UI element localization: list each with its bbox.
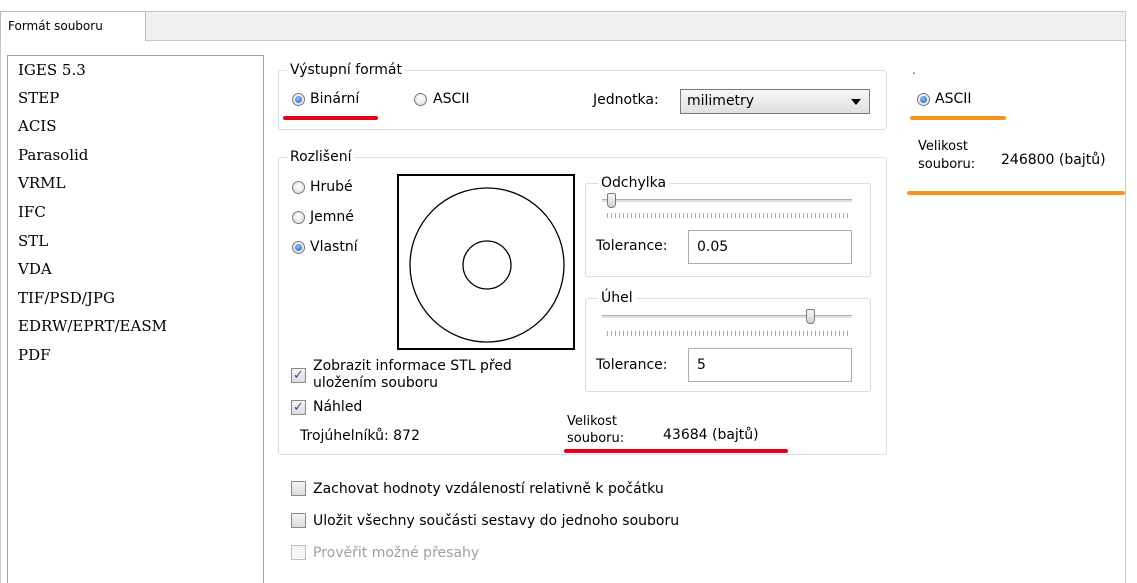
unit-select[interactable]: milimetry: [680, 89, 870, 114]
comparison-ascii-label: ASCII: [935, 91, 972, 107]
keep-distances-checkbox[interactable]: [291, 481, 306, 496]
left-border: [0, 41, 1, 583]
format-list[interactable]: IGES 5.3 STEP ACIS Parasolid VRML IFC ST…: [7, 55, 264, 583]
comparison-ascii-orange-underline: [910, 116, 1006, 120]
angle-tolerance-input[interactable]: 5: [688, 348, 852, 382]
preview-checkbox[interactable]: ✓: [291, 400, 306, 415]
comparison-size-orange-underline: [907, 191, 1125, 195]
tab-file-format-label: Formát souboru: [8, 19, 103, 33]
format-item-pdf[interactable]: PDF: [18, 342, 51, 368]
deviation-slider-track[interactable]: [602, 199, 852, 203]
comparison-size-label-line1: Velikost: [918, 139, 968, 154]
save-all-label: Uložit všechny součásti sestavy do jedno…: [313, 513, 680, 529]
angle-slider-thumb[interactable]: [806, 309, 815, 324]
angle-slider-ticks: [607, 331, 851, 336]
deviation-legend: Odchylka: [598, 175, 670, 191]
preview-checkbox-label: Náhled: [313, 399, 363, 415]
coarse-radio[interactable]: [292, 181, 305, 194]
file-size-red-underline: [564, 449, 788, 453]
deviation-slider-ticks: [607, 213, 851, 218]
show-stl-info-label-line2: uložením souboru: [313, 375, 438, 391]
angle-tolerance-label: Tolerance:: [596, 357, 668, 373]
tab-strip-empty: [146, 11, 1126, 41]
file-size-label-line1: Velikost: [567, 414, 617, 429]
fine-radio[interactable]: [292, 211, 305, 224]
right-border: [1125, 41, 1126, 583]
keep-distances-label: Zachovat hodnoty vzdáleností relativně k…: [313, 481, 664, 497]
format-item-edrw-eprt-easm[interactable]: EDRW/EPRT/EASM: [18, 313, 167, 339]
comparison-dot: .: [912, 63, 916, 77]
check-overlaps-checkbox: [291, 545, 306, 560]
unit-select-value: milimetry: [687, 93, 755, 109]
tab-strip: Formát souboru: [0, 0, 1137, 41]
chevron-down-icon: [851, 99, 861, 105]
binary-red-underline: [283, 116, 378, 120]
format-item-ifc[interactable]: IFC: [18, 199, 46, 225]
unit-label: Jednotka:: [593, 92, 659, 108]
format-item-acis[interactable]: ACIS: [18, 113, 57, 139]
resolution-legend: Rozlišení: [287, 149, 355, 165]
format-item-vrml[interactable]: VRML: [18, 170, 65, 196]
coarse-radio-label: Hrubé: [310, 179, 353, 195]
format-item-iges[interactable]: IGES 5.3: [18, 57, 86, 83]
save-all-checkbox[interactable]: [291, 513, 306, 528]
comparison-size-value: 246800 (bajtů): [1001, 152, 1106, 168]
output-format-legend: Výstupní formát: [287, 62, 405, 78]
format-item-parasolid[interactable]: Parasolid: [18, 142, 88, 168]
comparison-size-label-line2: souboru:: [918, 157, 976, 172]
format-item-step[interactable]: STEP: [18, 85, 59, 111]
part-preview-icon: [409, 187, 565, 343]
custom-radio-label: Vlastní: [310, 239, 358, 255]
format-item-vda[interactable]: VDA: [18, 256, 52, 282]
deviation-slider-thumb[interactable]: [607, 193, 616, 208]
custom-radio[interactable]: [292, 241, 305, 254]
binary-radio-label: Binární: [310, 91, 360, 107]
preview-box: [397, 174, 575, 350]
file-size-value: 43684 (bajtů): [663, 427, 759, 443]
triangle-count: Trojúhelníků: 872: [300, 428, 420, 444]
binary-radio[interactable]: [292, 93, 305, 106]
format-item-stl[interactable]: STL: [18, 228, 48, 254]
file-size-label-line2: souboru:: [567, 431, 625, 446]
show-stl-info-checkbox[interactable]: ✓: [291, 368, 306, 383]
check-overlaps-label: Prověřit možné přesahy: [313, 545, 480, 561]
comparison-ascii-radio: [917, 93, 930, 106]
angle-legend: Úhel: [598, 290, 636, 306]
ascii-radio-label: ASCII: [433, 91, 470, 107]
ascii-radio[interactable]: [414, 93, 427, 106]
fine-radio-label: Jemné: [310, 209, 354, 225]
deviation-tolerance-input[interactable]: 0.05: [688, 230, 852, 264]
format-item-tif-psd-jpg[interactable]: TIF/PSD/JPG: [18, 285, 115, 311]
tab-file-format[interactable]: Formát souboru: [0, 11, 146, 41]
show-stl-info-label-line1: Zobrazit informace STL před: [313, 358, 512, 374]
deviation-tolerance-label: Tolerance:: [596, 238, 668, 254]
